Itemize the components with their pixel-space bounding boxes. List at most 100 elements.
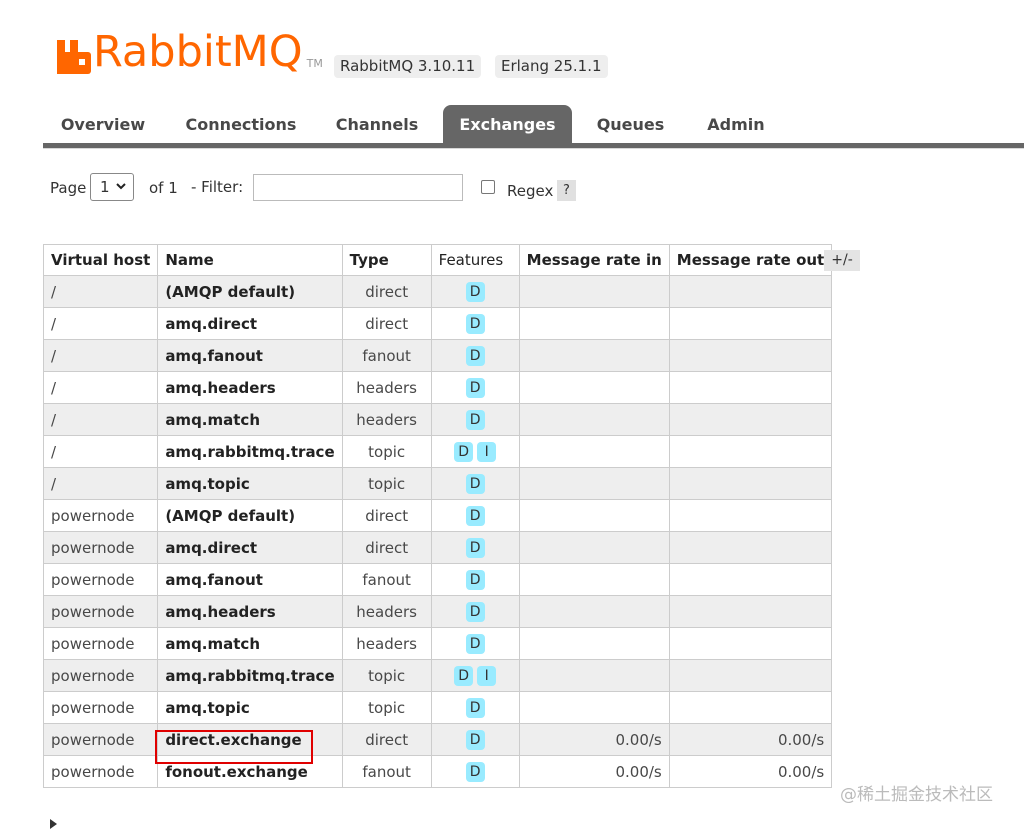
cell-message-rate-in: [518, 403, 670, 436]
cell-message-rate-in: [518, 307, 670, 340]
cell-exchange-name-link[interactable]: amq.headers: [157, 371, 343, 404]
table-row[interactable]: powernode amq.direct direct D: [42, 531, 833, 564]
cell-type: direct: [341, 275, 432, 308]
cell-message-rate-out: [668, 563, 833, 596]
cell-message-rate-out: [668, 691, 833, 724]
tab-admin[interactable]: Admin: [689, 105, 783, 143]
cell-type: direct: [341, 531, 432, 564]
cell-message-rate-out: [668, 371, 833, 404]
cell-virtual-host: powernode: [42, 659, 159, 692]
table-row[interactable]: powernode (AMQP default) direct D: [42, 499, 833, 532]
cell-type: topic: [341, 435, 432, 468]
page-select[interactable]: 1: [90, 173, 134, 201]
durable-badge: D: [465, 697, 485, 718]
cell-message-rate-in: [518, 371, 670, 404]
cell-exchange-name-link[interactable]: amq.topic: [157, 691, 343, 724]
cell-virtual-host: powernode: [42, 499, 159, 532]
table-row[interactable]: / amq.match headers D: [42, 403, 833, 436]
cell-virtual-host: /: [42, 467, 159, 500]
rabbitmq-logo[interactable]: RabbitMQ TM: [57, 30, 323, 74]
cell-message-rate-in: [518, 275, 670, 308]
filter-input[interactable]: [253, 174, 463, 201]
col-message-rate-out: Message rate out: [668, 244, 833, 276]
cell-exchange-name-link[interactable]: amq.rabbitmq.trace: [157, 435, 343, 468]
table-row[interactable]: powernode amq.fanout fanout D: [42, 563, 833, 596]
durable-badge: D: [465, 761, 485, 782]
col-features: Features: [430, 244, 520, 276]
cell-message-rate-in: 0.00/s: [518, 755, 670, 788]
cell-message-rate-out: [668, 627, 833, 660]
tab-connections[interactable]: Connections: [173, 105, 309, 143]
table-row[interactable]: powernode amq.match headers D: [42, 627, 833, 660]
table-row[interactable]: powernode amq.topic topic D: [42, 691, 833, 724]
table-header-row: Virtual host Name Type Features Message …: [42, 244, 833, 276]
table-row[interactable]: / amq.fanout fanout D: [42, 339, 833, 372]
tab-queues[interactable]: Queues: [583, 105, 678, 143]
toggle-columns-button[interactable]: +/-: [824, 250, 860, 271]
cell-exchange-name-link[interactable]: amq.match: [157, 403, 343, 436]
col-type[interactable]: Type: [341, 244, 432, 276]
regex-checkbox[interactable]: [481, 180, 495, 194]
table-row[interactable]: / (AMQP default) direct D: [42, 275, 833, 308]
cell-exchange-name-link[interactable]: amq.rabbitmq.trace: [157, 659, 343, 692]
cell-exchange-name-link[interactable]: amq.headers: [157, 595, 343, 628]
cell-message-rate-in: [518, 467, 670, 500]
expand-arrow-icon[interactable]: [50, 819, 57, 829]
durable-badge: D: [465, 633, 485, 654]
tabs-divider: [43, 148, 1024, 149]
regex-label: Regex: [507, 182, 554, 200]
cell-exchange-name-link[interactable]: amq.match: [157, 627, 343, 660]
table-row[interactable]: / amq.rabbitmq.trace topic D I: [42, 435, 833, 468]
cell-message-rate-in: [518, 435, 670, 468]
cell-message-rate-in: [518, 691, 670, 724]
cell-exchange-name-link[interactable]: (AMQP default): [157, 499, 343, 532]
cell-type: fanout: [341, 339, 432, 372]
cell-exchange-name-link[interactable]: amq.topic: [157, 467, 343, 500]
cell-virtual-host: /: [42, 339, 159, 372]
cell-message-rate-out: [668, 339, 833, 372]
cell-message-rate-in: [518, 659, 670, 692]
cell-virtual-host: /: [42, 275, 159, 308]
table-row[interactable]: / amq.topic topic D: [42, 467, 833, 500]
cell-message-rate-out: [668, 499, 833, 532]
cell-features: D: [430, 307, 520, 340]
regex-help-button[interactable]: ?: [557, 180, 576, 201]
tab-exchanges[interactable]: Exchanges: [443, 105, 572, 143]
table-row[interactable]: powernode amq.rabbitmq.trace topic D I: [42, 659, 833, 692]
cell-message-rate-out: [668, 435, 833, 468]
durable-badge: D: [465, 537, 485, 558]
tab-channels[interactable]: Channels: [321, 105, 433, 143]
cell-exchange-name-link[interactable]: amq.direct: [157, 531, 343, 564]
cell-type: topic: [341, 659, 432, 692]
cell-exchange-name-link[interactable]: amq.fanout: [157, 339, 343, 372]
cell-virtual-host: /: [42, 403, 159, 436]
cell-type: direct: [341, 307, 432, 340]
cell-message-rate-in: [518, 339, 670, 372]
highlight-box: [155, 730, 313, 764]
cell-features: D: [430, 627, 520, 660]
cell-message-rate-in: [518, 531, 670, 564]
cell-features: D: [430, 467, 520, 500]
cell-exchange-name-link[interactable]: (AMQP default): [157, 275, 343, 308]
cell-virtual-host: powernode: [42, 691, 159, 724]
col-name[interactable]: Name: [157, 244, 343, 276]
cell-features: D: [430, 499, 520, 532]
table-row[interactable]: / amq.direct direct D: [42, 307, 833, 340]
table-row[interactable]: powernode amq.headers headers D: [42, 595, 833, 628]
cell-exchange-name-link[interactable]: amq.direct: [157, 307, 343, 340]
cell-features: D: [430, 723, 520, 756]
col-virtual-host[interactable]: Virtual host: [42, 244, 159, 276]
cell-virtual-host: powernode: [42, 563, 159, 596]
tab-overview[interactable]: Overview: [43, 105, 163, 143]
exchanges-table: Virtual host Name Type Features Message …: [42, 244, 833, 788]
watermark: @稀土掘金技术社区: [840, 785, 993, 805]
cell-message-rate-out: [668, 403, 833, 436]
cell-message-rate-in: [518, 563, 670, 596]
cell-features: D: [430, 595, 520, 628]
cell-virtual-host: /: [42, 307, 159, 340]
table-row[interactable]: / amq.headers headers D: [42, 371, 833, 404]
durable-badge: D: [465, 473, 485, 494]
cell-features: D: [430, 403, 520, 436]
cell-exchange-name-link[interactable]: amq.fanout: [157, 563, 343, 596]
cell-features: D: [430, 339, 520, 372]
